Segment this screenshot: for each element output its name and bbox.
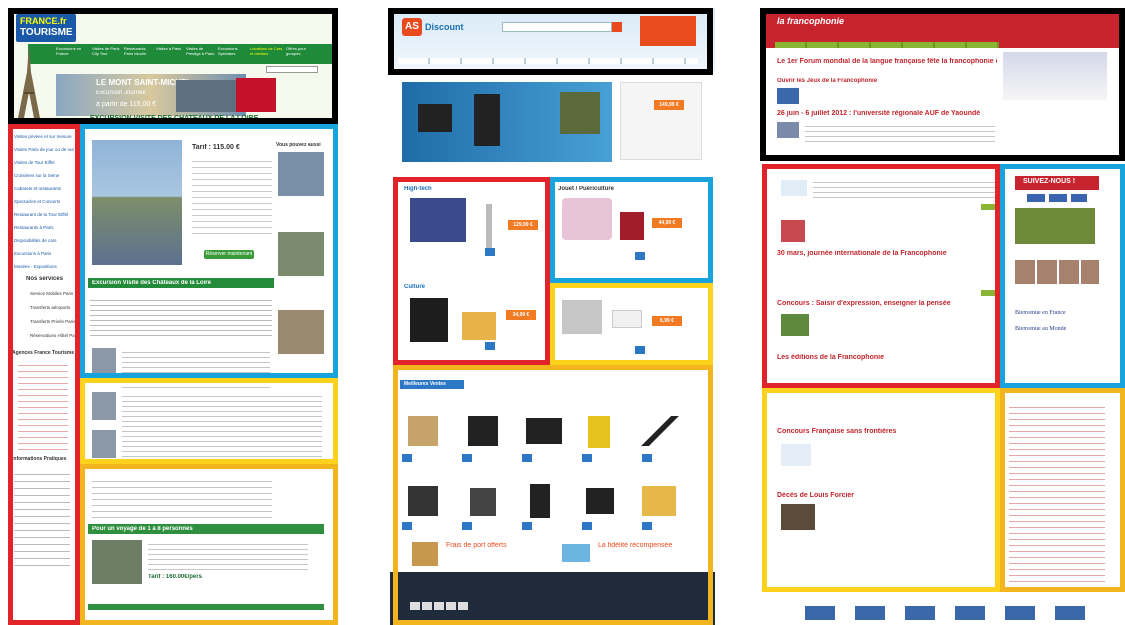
site3-right-list-region — [1000, 388, 1125, 592]
hero-tablet — [560, 92, 600, 134]
site3-header-region — [760, 8, 1125, 161]
site1-sidebar-region — [8, 124, 80, 625]
site2-header-region — [388, 8, 713, 75]
site3-lower-news-region — [762, 388, 1000, 592]
site1-middle-region — [80, 378, 338, 464]
promo-price: 149,99 € — [654, 100, 684, 110]
site3-social-region — [1000, 164, 1125, 388]
site1-header-region — [8, 8, 338, 124]
site2-kitchen-region — [550, 283, 713, 365]
site1-bottom-region — [80, 464, 338, 625]
site2-bottom-region — [393, 365, 713, 625]
site2-hightech-region — [393, 177, 550, 365]
site2-promo-right[interactable] — [620, 82, 702, 160]
site2-jouet-region — [550, 177, 713, 283]
hero-camera-1 — [418, 104, 452, 132]
site1-main-region — [80, 124, 338, 378]
hero-speaker — [474, 94, 500, 146]
site3-footer-logos — [805, 606, 1105, 620]
site3-news-region — [762, 164, 1000, 388]
